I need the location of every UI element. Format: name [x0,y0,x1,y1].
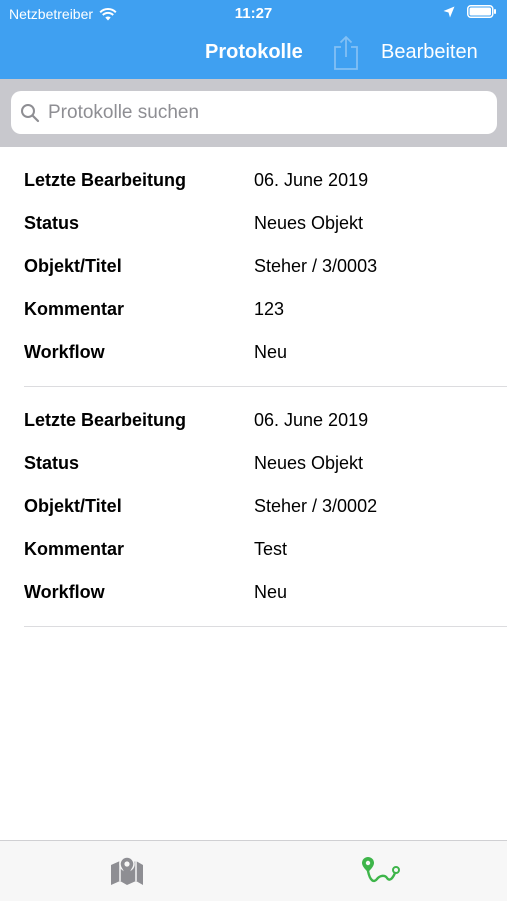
protocol-card[interactable]: Letzte Bearbeitung 06. June 2019 Status … [0,147,507,387]
field-label: Kommentar [24,299,125,319]
field-value: Neu [254,582,288,602]
field-row: Letzte Bearbeitung 06. June 2019 [24,410,494,434]
field-label: Objekt/Titel [24,496,122,516]
search-icon [21,103,40,122]
field-row: Objekt/Titel Steher / 3/0003 [24,256,494,280]
search-field-container[interactable] [11,91,497,134]
search-input[interactable] [46,100,490,125]
share-icon [334,35,358,70]
field-label: Letzte Bearbeitung [24,170,187,190]
field-value: 123 [254,299,285,319]
share-button[interactable] [331,33,361,71]
field-value: 06. June 2019 [254,410,369,430]
map-icon [110,856,143,885]
field-row: Kommentar 123 [24,299,494,323]
field-label: Objekt/Titel [24,256,122,276]
route-icon [361,857,400,883]
field-row: Status Neues Objekt [24,213,494,237]
navigation-header: Netzbetreiber 11:27 Protokolle Bearbeite… [0,0,507,79]
edit-button[interactable]: Bearbeiten [381,41,478,64]
field-row: Status Neues Objekt [24,453,494,477]
field-row: Letzte Bearbeitung 06. June 2019 [24,170,494,194]
field-label: Workflow [24,582,105,602]
field-value: Neues Objekt [254,453,364,473]
protocol-card[interactable]: Letzte Bearbeitung 06. June 2019 Status … [0,387,507,627]
field-label: Status [24,213,80,233]
row-separator [24,626,507,627]
field-value: Steher / 3/0002 [254,496,378,516]
field-value: Neues Objekt [254,213,364,233]
tab-map[interactable] [0,841,253,901]
tab-bar [0,840,507,901]
status-indicators [443,5,497,18]
clock: 11:27 [234,5,273,22]
field-row: Objekt/Titel Steher / 3/0002 [24,496,494,520]
battery-icon [467,5,496,18]
location-arrow-icon [443,6,455,17]
field-row: Workflow Neu [24,342,494,366]
field-value: 06. June 2019 [254,170,369,190]
page-title: Protokolle [205,41,303,63]
field-label: Letzte Bearbeitung [24,410,187,430]
field-value: Test [254,539,288,559]
field-label: Kommentar [24,539,125,559]
field-label: Status [24,453,80,473]
search-bar [0,79,507,147]
tab-route[interactable] [254,841,507,901]
status-bar: Netzbetreiber 11:27 [0,0,507,26]
field-row: Kommentar Test [24,539,494,563]
protocol-list: Letzte Bearbeitung 06. June 2019 Status … [0,147,507,627]
field-row: Workflow Neu [24,582,494,606]
field-value: Neu [254,342,288,362]
field-label: Workflow [24,342,105,362]
field-value: Steher / 3/0003 [254,256,378,276]
